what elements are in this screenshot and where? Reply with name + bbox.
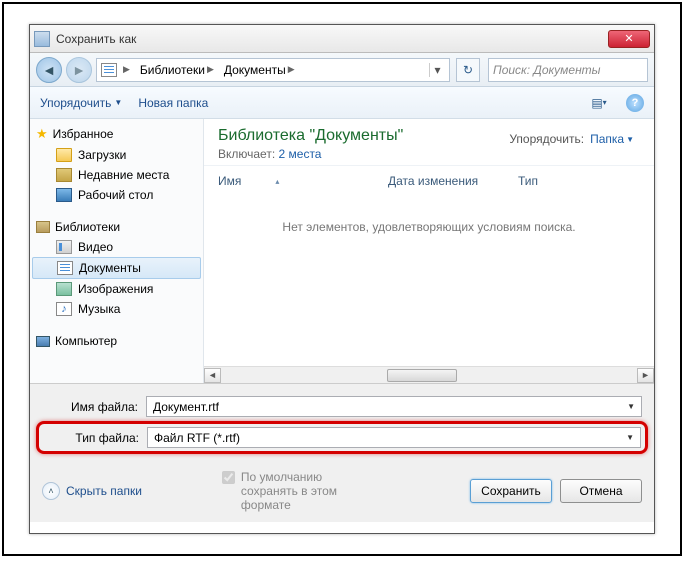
hide-folders-toggle[interactable]: ˄ Скрыть папки [42,482,142,500]
locations-link[interactable]: 2 места [279,147,322,161]
breadcrumb[interactable]: Документы ▶ [220,63,299,77]
scroll-right[interactable]: ► [637,368,654,383]
tree-libraries[interactable]: Библиотеки [30,217,203,237]
filetype-select[interactable]: Файл RTF (*.rtf)▼ [147,427,641,448]
address-dropdown[interactable]: ▾ [429,63,445,77]
empty-message: Нет элементов, удовлетворяющих условиям … [204,192,654,366]
tree-item-pictures[interactable]: Изображения [30,279,203,299]
col-name: Имя▴ [218,174,388,188]
help-button[interactable]: ? [626,94,644,112]
forward-button[interactable]: ► [66,57,92,83]
address-bar[interactable]: ▶ Библиотеки ▶ Документы ▶ ▾ [96,58,450,82]
view-options-button[interactable]: ▤▾ [588,93,610,113]
scroll-left[interactable]: ◄ [204,368,221,383]
breadcrumb[interactable]: Библиотеки ▶ [136,63,218,77]
tree-computer[interactable]: Компьютер [30,331,203,351]
toolbar: Упорядочить▼ Новая папка ▤▾ ? [30,87,654,119]
file-list-pane: Библиотека "Документы" Включает: 2 места… [204,119,654,383]
close-button[interactable]: ✕ [608,30,650,48]
save-as-dialog: Сохранить как ✕ ◄ ► ▶ Библиотеки ▶ Докум… [29,24,655,534]
chevron-up-icon: ˄ [42,482,60,500]
column-headers[interactable]: Имя▴ Дата изменения Тип [204,165,654,192]
default-format-check [222,471,235,484]
arrange-by-menu[interactable]: Папка ▼ [590,132,634,146]
tree-item-videos[interactable]: Видео [30,237,203,257]
refresh-button[interactable]: ↻ [456,58,480,82]
navigation-tree: ★Избранное Загрузки Недавние места Рабоч… [30,119,204,383]
tree-item-music[interactable]: ♪Музыка [30,299,203,319]
app-icon [34,31,50,47]
horizontal-scrollbar[interactable]: ◄ ► [204,366,654,383]
filename-label: Имя файла: [42,400,146,414]
location-icon [101,63,117,77]
tree-item-desktop[interactable]: Рабочий стол [30,185,203,205]
tree-item-downloads[interactable]: Загрузки [30,145,203,165]
tree-favorites[interactable]: ★Избранное [30,123,203,145]
window-title: Сохранить как [56,32,608,46]
new-folder-button[interactable]: Новая папка [138,96,208,110]
col-type: Тип [518,174,569,188]
organize-menu[interactable]: Упорядочить▼ [40,96,122,110]
filetype-label: Тип файла: [43,431,147,445]
library-subtitle: Включает: 2 места [218,145,640,161]
tree-item-documents[interactable]: Документы [32,257,201,279]
filename-input[interactable]: Документ.rtf▼ [146,396,642,417]
bottom-panel: Имя файла: Документ.rtf▼ Тип файла: Файл… [30,383,654,522]
arrange-by: Упорядочить: Папка ▼ [509,132,634,146]
navigation-bar: ◄ ► ▶ Библиотеки ▶ Документы ▶ ▾ ↻ Поиск… [30,53,654,87]
back-button[interactable]: ◄ [36,57,62,83]
search-input[interactable]: Поиск: Документы [488,58,648,82]
cancel-button[interactable]: Отмена [560,479,642,503]
scroll-thumb[interactable] [387,369,457,382]
col-date: Дата изменения [388,174,518,188]
save-button[interactable]: Сохранить [470,479,552,503]
titlebar: Сохранить как ✕ [30,25,654,53]
default-format-checkbox: По умолчанию сохранять в этом формате [142,470,470,512]
tree-item-recent[interactable]: Недавние места [30,165,203,185]
